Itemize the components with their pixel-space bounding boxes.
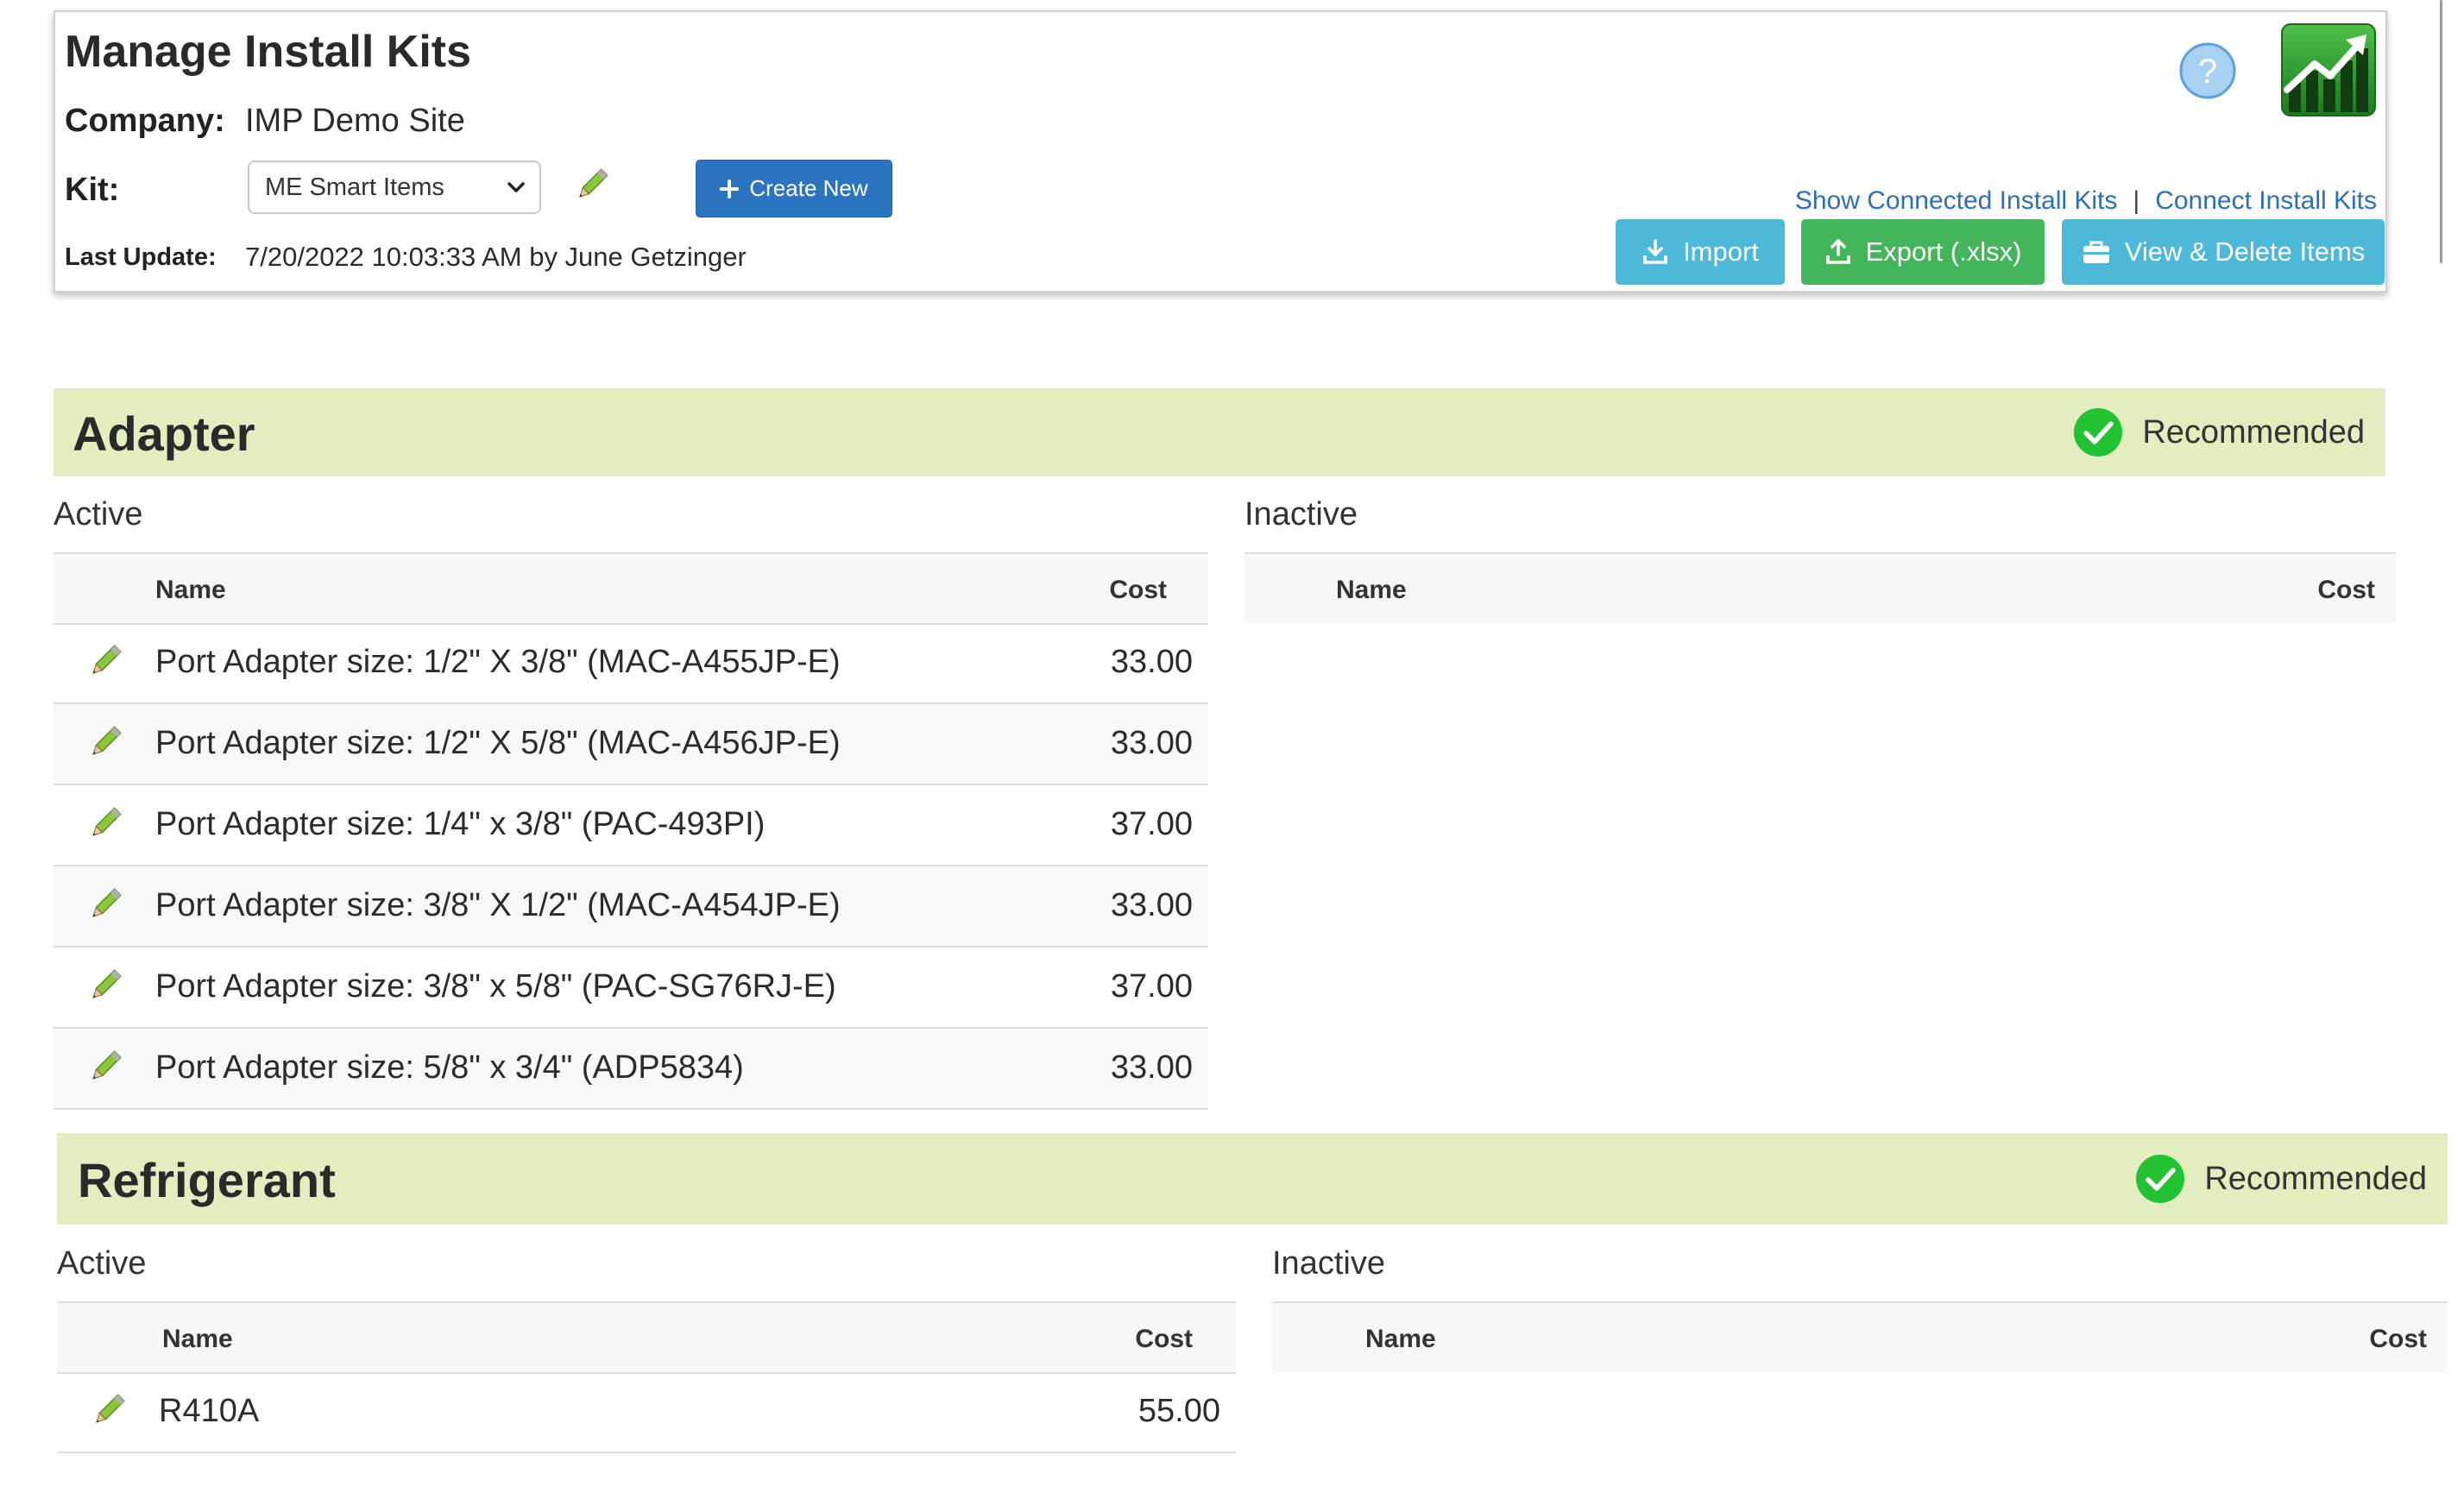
question-circle-icon[interactable]: ? bbox=[2178, 41, 2237, 100]
inactive-heading: Inactive bbox=[1272, 1245, 1385, 1282]
item-name: Port Adapter size: 3/8" X 1/2" (MAC-A454… bbox=[155, 887, 841, 923]
item-cost: 37.00 bbox=[1110, 968, 1193, 1005]
create-new-label: Create New bbox=[749, 175, 868, 201]
section-title: Adapter bbox=[72, 406, 255, 461]
kit-label: Kit: bbox=[65, 172, 120, 208]
page-title: Manage Install Kits bbox=[65, 27, 471, 77]
edit-pencil-icon[interactable] bbox=[86, 723, 124, 761]
edit-pencil-icon[interactable] bbox=[86, 967, 124, 1005]
export-button[interactable]: Export (.xlsx) bbox=[1801, 219, 2045, 285]
cost-column-header[interactable]: Cost bbox=[2317, 576, 2375, 605]
recommended-badge: Recommended bbox=[2135, 1154, 2427, 1204]
trend-chart-logo bbox=[2281, 23, 2376, 117]
edit-pencil-icon[interactable] bbox=[86, 885, 124, 923]
kit-select[interactable]: ME Smart Items bbox=[248, 161, 541, 214]
item-cost: 37.00 bbox=[1110, 806, 1193, 842]
item-cost: 33.00 bbox=[1110, 887, 1193, 923]
export-label: Export (.xlsx) bbox=[1865, 236, 2022, 267]
edit-pencil-icon[interactable] bbox=[86, 804, 124, 842]
name-column-header[interactable]: Name bbox=[1365, 1325, 1436, 1354]
table-row: Port Adapter size: 1/2" X 5/8" (MAC-A456… bbox=[54, 704, 1208, 785]
briefcase-icon bbox=[2083, 241, 2109, 263]
scrollbar[interactable] bbox=[2440, 0, 2442, 263]
table-header: Name Cost bbox=[1272, 1301, 2448, 1372]
item-name: Port Adapter size: 1/2" X 3/8" (MAC-A455… bbox=[155, 644, 841, 680]
import-label: Import bbox=[1683, 236, 1759, 267]
import-icon bbox=[1643, 239, 1667, 264]
item-cost: 33.00 bbox=[1110, 644, 1193, 680]
header-card: Manage Install Kits Company: IMP Demo Si… bbox=[54, 10, 2387, 293]
table-header: Name Cost bbox=[57, 1301, 1236, 1374]
header-links: Show Connected Install Kits | Connect Inst… bbox=[1795, 186, 2377, 216]
item-name: Port Adapter size: 1/4" x 3/8" (PAC-493P… bbox=[155, 806, 766, 842]
create-new-button[interactable]: Create New bbox=[696, 160, 892, 217]
cost-column-header[interactable]: Cost bbox=[1135, 1325, 1193, 1354]
section-title: Refrigerant bbox=[78, 1153, 336, 1207]
last-update-value: 7/20/2022 10:03:33 AM by June Getzinger bbox=[245, 242, 747, 272]
active-heading: Active bbox=[54, 496, 143, 532]
inactive-heading: Inactive bbox=[1245, 496, 1358, 532]
plus-icon bbox=[720, 179, 740, 198]
link-separator: | bbox=[2133, 186, 2140, 215]
item-cost: 55.00 bbox=[1137, 1393, 1220, 1429]
table-header: Name Cost bbox=[54, 552, 1208, 625]
import-button[interactable]: Import bbox=[1616, 219, 1785, 285]
connect-install-kits-link[interactable]: Connect Install Kits bbox=[2155, 186, 2377, 215]
svg-text:?: ? bbox=[2198, 53, 2217, 91]
show-connected-link[interactable]: Show Connected Install Kits bbox=[1795, 186, 2118, 215]
edit-pencil-icon[interactable] bbox=[90, 1391, 128, 1429]
name-column-header[interactable]: Name bbox=[155, 576, 226, 605]
recommended-badge: Recommended bbox=[2073, 407, 2365, 457]
active-heading: Active bbox=[57, 1245, 147, 1282]
export-icon bbox=[1825, 239, 1850, 264]
kit-select-value: ME Smart Items bbox=[265, 173, 444, 201]
edit-pencil-icon[interactable] bbox=[86, 1048, 124, 1086]
last-update-label: Last Update: bbox=[65, 243, 217, 271]
item-name: Port Adapter size: 5/8" x 3/4" (ADP5834) bbox=[155, 1049, 744, 1086]
view-delete-label: View & Delete Items bbox=[2124, 236, 2366, 267]
item-name: R410A bbox=[159, 1393, 260, 1429]
edit-kit-pencil-icon[interactable] bbox=[573, 166, 611, 204]
item-cost: 33.00 bbox=[1110, 725, 1193, 761]
table-row: Port Adapter size: 3/8" X 1/2" (MAC-A454… bbox=[54, 866, 1208, 948]
table-row: Port Adapter size: 5/8" x 3/4" (ADP5834)… bbox=[54, 1029, 1208, 1110]
table-row: Port Adapter size: 1/4" x 3/8" (PAC-493P… bbox=[54, 785, 1208, 866]
recommended-label: Recommended bbox=[2204, 1160, 2427, 1197]
check-circle-icon bbox=[2074, 408, 2123, 457]
view-delete-items-button[interactable]: View & Delete Items bbox=[2062, 219, 2385, 285]
recommended-label: Recommended bbox=[2142, 413, 2365, 450]
cost-column-header[interactable]: Cost bbox=[1109, 576, 1167, 605]
name-column-header[interactable]: Name bbox=[1336, 576, 1407, 605]
edit-pencil-icon[interactable] bbox=[86, 642, 124, 680]
cost-column-header[interactable]: Cost bbox=[2369, 1325, 2427, 1354]
name-column-header[interactable]: Name bbox=[162, 1325, 233, 1354]
item-cost: 33.00 bbox=[1110, 1049, 1193, 1086]
check-circle-icon bbox=[2136, 1155, 2185, 1203]
company-label: Company: bbox=[65, 103, 225, 139]
section-header-refrigerant: Refrigerant Recommended bbox=[57, 1133, 2448, 1225]
table-header: Name Cost bbox=[1245, 552, 2396, 623]
section-header-adapter: Adapter Recommended bbox=[54, 388, 2385, 476]
chevron-down-icon bbox=[507, 182, 525, 192]
company-value: IMP Demo Site bbox=[245, 103, 465, 139]
table-row: R410A 55.00 bbox=[57, 1372, 1236, 1453]
item-name: Port Adapter size: 1/2" X 5/8" (MAC-A456… bbox=[155, 725, 841, 761]
table-row: Port Adapter size: 1/2" X 3/8" (MAC-A455… bbox=[54, 623, 1208, 704]
table-row: Port Adapter size: 3/8" x 5/8" (PAC-SG76… bbox=[54, 948, 1208, 1029]
item-name: Port Adapter size: 3/8" x 5/8" (PAC-SG76… bbox=[155, 968, 836, 1005]
